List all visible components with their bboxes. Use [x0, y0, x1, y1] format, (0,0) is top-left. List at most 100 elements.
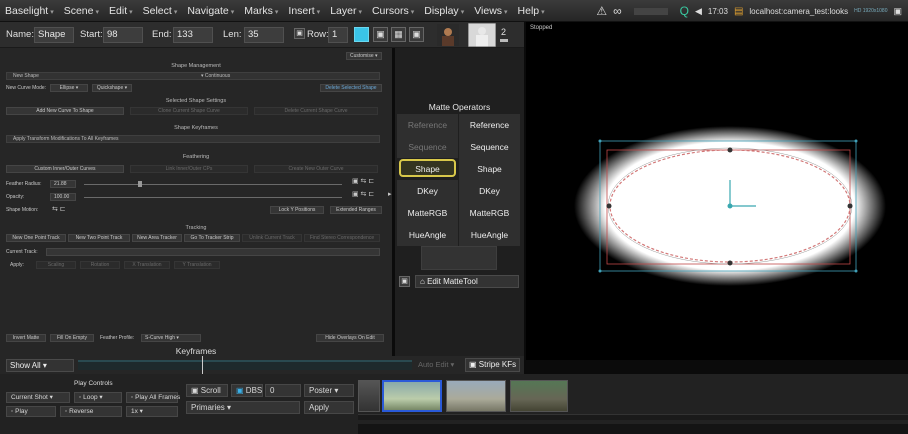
- unlink-track-button[interactable]: Unlink Current Track: [242, 234, 302, 242]
- apply-rotation-toggle[interactable]: Rotation: [80, 261, 120, 269]
- fill-on-empty-toggle[interactable]: Fill On Empty: [50, 334, 94, 342]
- poster-dropdown[interactable]: Poster ▾: [304, 384, 354, 397]
- menu-layer[interactable]: Layer ▾: [325, 5, 367, 17]
- clone-curve-button[interactable]: Clone Current Shape Curve: [130, 107, 248, 115]
- delete-curve-button[interactable]: Delete Current Shape Curve: [254, 107, 378, 115]
- grid-icon[interactable]: ▦: [391, 27, 406, 42]
- shape-overlay[interactable]: [526, 22, 908, 360]
- speed-dropdown[interactable]: 1x ▾: [126, 406, 178, 417]
- name-field[interactable]: Shape: [34, 27, 74, 43]
- menu-edit[interactable]: Edit ▾: [104, 5, 138, 17]
- play-all-frames-toggle[interactable]: ◦ Play All Frames: [126, 392, 180, 403]
- color-swatch-button[interactable]: [354, 27, 369, 42]
- matte-op-right-mattergb[interactable]: MatteRGB: [459, 202, 520, 224]
- feather-profile-dropdown[interactable]: S-Curve High ▾: [141, 334, 201, 342]
- reverse-button[interactable]: ◦ Reverse: [60, 406, 122, 417]
- feather-radius-slider[interactable]: [84, 184, 342, 185]
- matte-op-left-hueangle[interactable]: HueAngle: [397, 224, 458, 246]
- apply-scaling-toggle[interactable]: Scaling: [36, 261, 76, 269]
- primaries-dropdown[interactable]: Primaries ▾: [186, 401, 300, 414]
- customise-button[interactable]: Customise ▾: [346, 52, 382, 60]
- scroll-toggle[interactable]: ▣ Scroll: [186, 384, 228, 397]
- center-point[interactable]: [727, 203, 733, 209]
- matte-op-left-sequence[interactable]: Sequence: [397, 136, 458, 158]
- matte-op-right-dkey[interactable]: DKey: [459, 180, 520, 202]
- new-two-point-track-button[interactable]: New Two Point Track: [68, 234, 130, 242]
- playhead[interactable]: [202, 356, 203, 374]
- shape-select[interactable]: New Shape ▾ Continuous: [6, 72, 380, 80]
- invert-matte-toggle[interactable]: Invert Matte: [6, 334, 46, 342]
- edit-mattetool-button[interactable]: ⌂ Edit MatteTool: [415, 275, 519, 288]
- image-viewer[interactable]: Stopped: [526, 22, 908, 360]
- find-stereo-button[interactable]: Find Stereo Correspondence: [304, 234, 380, 242]
- opacity-key-icons[interactable]: ▣ ⇆ ⊏: [352, 191, 374, 199]
- matte-op-left-reference[interactable]: Reference: [397, 114, 458, 136]
- timeline-thumb-3[interactable]: [510, 380, 568, 412]
- warning-icon[interactable]: ⚠: [596, 4, 607, 18]
- keyframe-track[interactable]: [78, 360, 412, 370]
- custom-curves-button[interactable]: Custom Inner/Outer Curves: [6, 165, 124, 173]
- menu-display[interactable]: Display ▾: [419, 5, 469, 17]
- timeline-thumb-selected[interactable]: [382, 380, 442, 412]
- dbs-toggle[interactable]: ▣ DBS: [231, 384, 263, 397]
- matte-op-left-shape-selected[interactable]: Shape: [399, 159, 456, 177]
- show-all-dropdown[interactable]: Show All ▾: [6, 359, 74, 372]
- loop-dropdown[interactable]: ◦ Loop ▾: [74, 392, 122, 403]
- auto-edit-button[interactable]: Auto Edit ▾: [418, 360, 454, 369]
- end-field[interactable]: 133: [173, 27, 213, 43]
- apply-y-translation-toggle[interactable]: Y Translation: [174, 261, 220, 269]
- add-new-curve-button[interactable]: Add New Curve To Shape: [6, 107, 124, 115]
- corner-br[interactable]: [854, 269, 858, 273]
- menu-help[interactable]: Help ▾: [513, 5, 550, 17]
- curve-mode-dropdown[interactable]: Ellipse ▾: [50, 84, 88, 92]
- new-area-tracker-button[interactable]: New Area Tracker: [132, 234, 182, 242]
- create-outer-curve-button[interactable]: Create New Outer Curve: [254, 165, 378, 173]
- apply-button[interactable]: Apply: [304, 401, 354, 414]
- menu-insert[interactable]: Insert ▾: [283, 5, 325, 17]
- menu-cursors[interactable]: Cursors ▾: [367, 5, 419, 17]
- window-icon[interactable]: ▣: [893, 6, 902, 17]
- matte-op-right-shape[interactable]: Shape: [459, 158, 520, 180]
- link-cps-button[interactable]: Link Inner/Outer CPs: [130, 165, 248, 173]
- menu-navigate[interactable]: Navigate ▾: [182, 5, 239, 17]
- menu-views[interactable]: Views ▾: [469, 5, 512, 17]
- timeline-thumb-2[interactable]: [446, 380, 506, 412]
- go-to-tracker-strip-button[interactable]: Go To Tracker Strip: [184, 234, 240, 242]
- len-field[interactable]: 35: [244, 27, 284, 43]
- row-field[interactable]: 1: [328, 27, 348, 43]
- opacity-field[interactable]: 100.00: [50, 193, 76, 201]
- feather-radius-field[interactable]: 21.88: [50, 180, 76, 188]
- feather-radius-handle[interactable]: [138, 181, 142, 187]
- timeline-thumb-0[interactable]: [358, 380, 380, 412]
- control-point-bottom[interactable]: [727, 260, 733, 266]
- person-thumbnail-dark[interactable]: [437, 24, 459, 46]
- matte-op-right-reference[interactable]: Reference: [459, 114, 520, 136]
- apply-x-translation-toggle[interactable]: X Translation: [124, 261, 170, 269]
- control-point-left[interactable]: [606, 203, 612, 209]
- speaker-icon[interactable]: ◀: [695, 6, 702, 17]
- current-shot-dropdown[interactable]: Current Shot ▾: [6, 392, 70, 403]
- search-icon[interactable]: Q: [680, 4, 689, 18]
- play-button[interactable]: ◦ Play: [6, 406, 56, 417]
- matte-op-right-sequence[interactable]: Sequence: [459, 136, 520, 158]
- hide-overlays-toggle[interactable]: Hide Overlays On Edit: [316, 334, 384, 342]
- matte-op-right-hueangle[interactable]: HueAngle: [459, 224, 520, 246]
- delete-selected-shape-button[interactable]: Delete Selected Shape: [320, 84, 382, 92]
- corner-tl[interactable]: [598, 139, 602, 143]
- matte-op-left-dkey[interactable]: DKey: [397, 180, 458, 202]
- start-field[interactable]: 98: [103, 27, 143, 43]
- control-point-top[interactable]: [727, 147, 733, 153]
- apply-transform-toggle[interactable]: Apply Transform Modifications To All Key…: [6, 135, 380, 143]
- stripe-kfs-button[interactable]: ▣ Stripe KFs: [465, 358, 520, 372]
- current-track-field[interactable]: [46, 248, 380, 256]
- control-point-right[interactable]: [847, 203, 853, 209]
- view-icon[interactable]: ▣: [373, 27, 388, 42]
- menu-scene[interactable]: Scene ▾: [59, 5, 104, 17]
- corner-tr[interactable]: [854, 139, 858, 143]
- menu-baselight[interactable]: Baselight ▾: [0, 5, 59, 17]
- dbs-field[interactable]: 0: [265, 384, 301, 397]
- layer-icon[interactable]: ▣: [409, 27, 424, 42]
- motion-icons[interactable]: ⇆ ⊏: [52, 206, 66, 214]
- expand-arrow-icon[interactable]: ▸: [388, 191, 392, 199]
- lock-y-button[interactable]: Lock Y Positions: [270, 206, 324, 214]
